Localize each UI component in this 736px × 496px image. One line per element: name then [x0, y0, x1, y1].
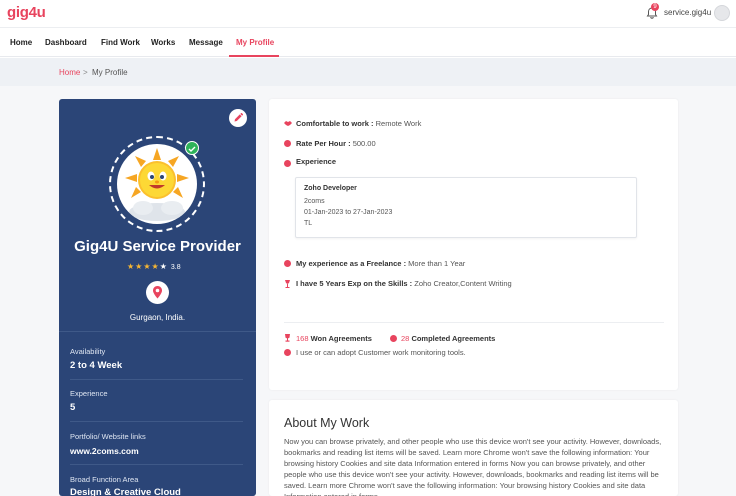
portfolio-link[interactable]: www.2coms.com: [70, 446, 139, 456]
star-icon: ★: [159, 262, 167, 271]
skills-label: I have 5 Years Exp on the Skills :: [296, 279, 413, 288]
skills-icon: [285, 280, 290, 288]
nav-dashboard[interactable]: Dashboard: [45, 38, 87, 47]
handshake-icon: [284, 121, 292, 126]
completed-label: Completed Agreements: [411, 334, 496, 343]
skills-value: Zoho Creator,Content Writing: [414, 279, 512, 288]
main-nav: Home Dashboard Find Work Works Message M…: [0, 29, 736, 57]
experience-label: Experience: [70, 389, 108, 398]
edit-profile-button[interactable]: [229, 109, 247, 127]
completed-agreements: 28 Completed Agreements: [401, 334, 495, 343]
divider: [70, 421, 243, 422]
divider: [70, 464, 243, 465]
user-avatar[interactable]: [714, 5, 730, 21]
freelance-row: My experience as a Freelance : More than…: [296, 259, 465, 268]
breadcrumb-current: My Profile: [92, 68, 128, 77]
function-area-label: Broad Function Area: [70, 475, 139, 484]
rating-value: 3.8: [170, 264, 181, 271]
experience-location: TL: [304, 220, 313, 227]
comfortable-value: Remote Work: [375, 119, 422, 128]
breadcrumb-separator: >: [83, 68, 88, 77]
skills-row: I have 5 Years Exp on the Skills : Zoho …: [296, 279, 512, 288]
nav-works[interactable]: Works: [151, 38, 175, 47]
profile-name: Gig4U Service Provider: [74, 238, 241, 255]
about-text: Now you can browse privately, and other …: [284, 437, 662, 496]
app-logo[interactable]: gig4u: [7, 4, 46, 21]
pencil-icon: [234, 112, 244, 122]
comfortable-row: Comfortable to work : Remote Work: [296, 119, 421, 128]
won-count: 168: [296, 334, 309, 343]
about-card: About My Work Now you can browse private…: [269, 400, 678, 496]
experience-company: 2coms: [304, 198, 325, 205]
divider: [59, 331, 256, 332]
portfolio-label: Portfolio/ Website links: [70, 432, 146, 441]
experience-dates: 01-Jan-2023 to 27-Jan-2023: [304, 209, 393, 216]
won-label: Won Agreements: [310, 334, 372, 343]
freelance-label: My experience as a Freelance :: [296, 259, 407, 268]
rating: ★★★★★ 3.8: [127, 262, 181, 272]
experience-job-title: Zoho Developer: [304, 185, 357, 192]
won-agreements: 168 Won Agreements: [296, 334, 372, 343]
comfortable-label: Comfortable to work :: [296, 119, 374, 128]
monitoring-text: I use or can adopt Customer work monitor…: [296, 348, 466, 357]
star-icon: ★: [151, 262, 159, 271]
nav-my-profile[interactable]: My Profile: [236, 38, 274, 47]
rate-label: Rate Per Hour :: [296, 139, 351, 148]
breadcrumb: Home > My Profile: [0, 58, 736, 86]
availability-label: Availability: [70, 347, 106, 356]
rate-icon: [284, 140, 291, 147]
profile-location: Gurgaon, India.: [129, 313, 186, 322]
experience-entry: Zoho Developer 2coms 01-Jan-2023 to 27-J…: [295, 177, 637, 238]
divider: [284, 322, 664, 323]
star-icon: ★: [127, 262, 135, 271]
star-icon: ★: [143, 262, 151, 271]
nav-message[interactable]: Message: [189, 38, 223, 47]
verified-check-icon: [185, 141, 199, 155]
sun-avatar-icon: [125, 148, 189, 221]
star-icon: ★: [135, 262, 143, 271]
top-bar: gig4u 9 service.gig4u: [0, 0, 736, 28]
trophy-icon: [285, 334, 290, 342]
notification-badge: 9: [651, 3, 659, 11]
username-label[interactable]: service.gig4u: [664, 8, 711, 17]
check-circle-icon: [284, 349, 291, 356]
experience-title: Experience: [296, 157, 337, 166]
freelance-icon: [284, 260, 291, 267]
profile-card: Gig4U Service Provider ★★★★★ 3.8 Gurgaon,…: [59, 99, 256, 496]
divider: [70, 379, 243, 380]
availability-value: 2 to 4 Week: [70, 360, 123, 371]
profile-avatar: [117, 144, 197, 224]
check-circle-icon: [390, 335, 397, 342]
function-area-value: Design & Creative Cloud: [70, 487, 181, 496]
freelance-value: More than 1 Year: [408, 259, 466, 268]
experience-value: 5: [70, 402, 76, 413]
about-title: About My Work: [284, 416, 370, 430]
active-tab-indicator: [229, 55, 279, 57]
breadcrumb-home[interactable]: Home: [59, 68, 80, 77]
location-pin-icon: [146, 281, 169, 304]
rate-row: Rate Per Hour : 500.00: [296, 139, 376, 148]
nav-find-work[interactable]: Find Work: [101, 38, 140, 47]
details-card: Comfortable to work : Remote Work Rate P…: [269, 99, 678, 390]
experience-icon: [284, 160, 291, 167]
completed-count: 28: [401, 334, 410, 343]
nav-home[interactable]: Home: [10, 38, 32, 47]
rate-value: 500.00: [352, 139, 376, 148]
